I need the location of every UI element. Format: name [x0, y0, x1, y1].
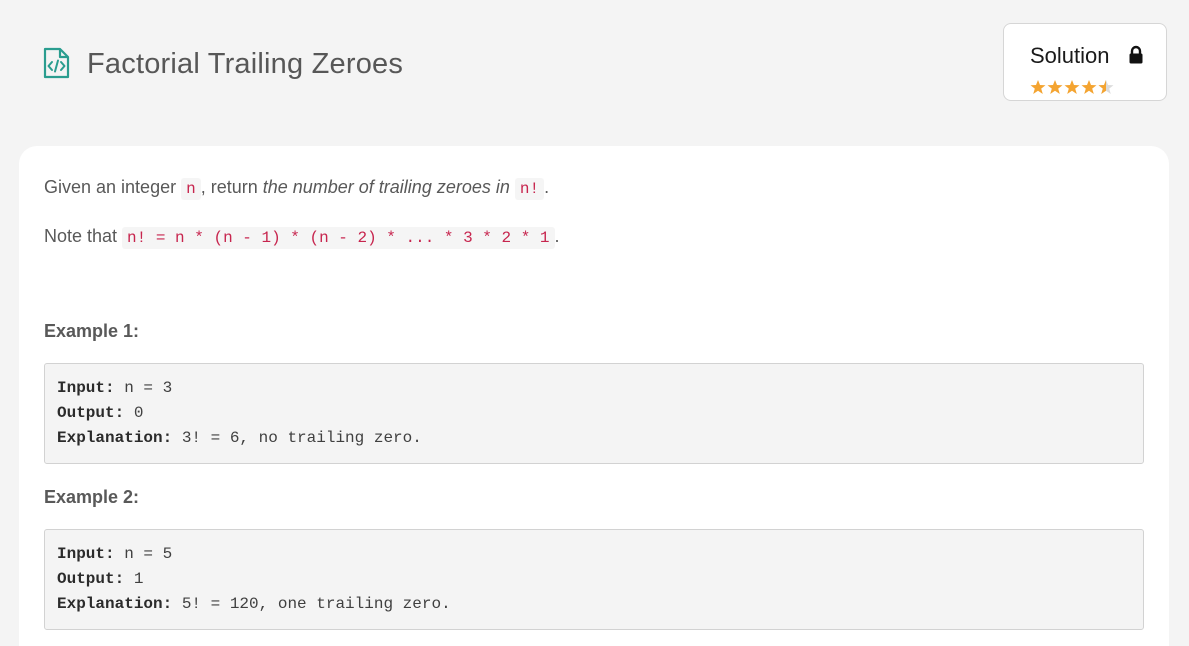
example-output-key: Output:	[57, 570, 125, 588]
note-text: .	[554, 226, 560, 246]
example-explanation-value: 3! = 6, no trailing zero.	[172, 429, 422, 447]
factorial-formula-code: n! = n * (n - 1) * (n - 2) * ... * 3 * 2…	[122, 227, 555, 249]
description-text: , return	[200, 177, 263, 197]
example-block: Input: n = 5 Output: 1 Explanation: 5! =…	[44, 529, 1144, 630]
lock-icon	[1129, 45, 1143, 64]
star-icon	[1064, 80, 1080, 94]
page-title: Factorial Trailing Zeroes	[87, 48, 404, 80]
example-explanation-row: Explanation: 5! = 120, one trailing zero…	[57, 592, 1131, 617]
example-explanation-row: Explanation: 3! = 6, no trailing zero.	[57, 426, 1131, 451]
example-title: Example 2:	[44, 487, 140, 507]
solution-label: Solution	[1030, 43, 1110, 68]
inline-code: n!	[514, 178, 545, 200]
example-block: Input: n = 3 Output: 0 Explanation: 3! =…	[44, 363, 1144, 464]
example-title: Example 1:	[44, 321, 140, 341]
description-italic: the number of trailing zeroes in	[262, 177, 515, 197]
example-output-value: 1	[124, 570, 144, 588]
example-output-value: 0	[124, 404, 144, 422]
code-file-icon	[43, 47, 70, 79]
example-output-row: Output: 1	[57, 567, 1131, 592]
description-text: Given an integer	[44, 177, 182, 197]
example-explanation-value: 5! = 120, one trailing zero.	[172, 595, 451, 613]
example-input-row: Input: n = 3	[57, 376, 1131, 401]
example-input-key: Input:	[57, 379, 115, 397]
solution-button[interactable]: Solution	[1003, 23, 1167, 101]
problem-header: Factorial Trailing Zeroes Solution	[0, 0, 1189, 140]
example-input-key: Input:	[57, 545, 115, 563]
example-output-key: Output:	[57, 404, 125, 422]
example-explanation-key: Explanation:	[57, 595, 173, 613]
inline-code: n	[181, 178, 201, 200]
example-explanation-key: Explanation:	[57, 429, 173, 447]
note-paragraph: Note that n! = n * (n - 1) * (n - 2) * .…	[44, 223, 560, 251]
description-paragraph: Given an integer n, return the number of…	[44, 174, 549, 202]
half-star-icon	[1098, 80, 1114, 94]
description-text: .	[544, 177, 550, 197]
example-input-value: n = 5	[114, 545, 173, 563]
problem-description-card: Given an integer n, return the number of…	[19, 146, 1169, 646]
note-text: Note that	[44, 226, 123, 246]
example-output-row: Output: 0	[57, 401, 1131, 426]
example-input-value: n = 3	[114, 379, 173, 397]
example-input-row: Input: n = 5	[57, 542, 1131, 567]
solution-rating	[1030, 79, 1114, 95]
star-icon	[1047, 80, 1063, 94]
star-icon	[1030, 80, 1046, 94]
star-icon	[1081, 80, 1097, 94]
